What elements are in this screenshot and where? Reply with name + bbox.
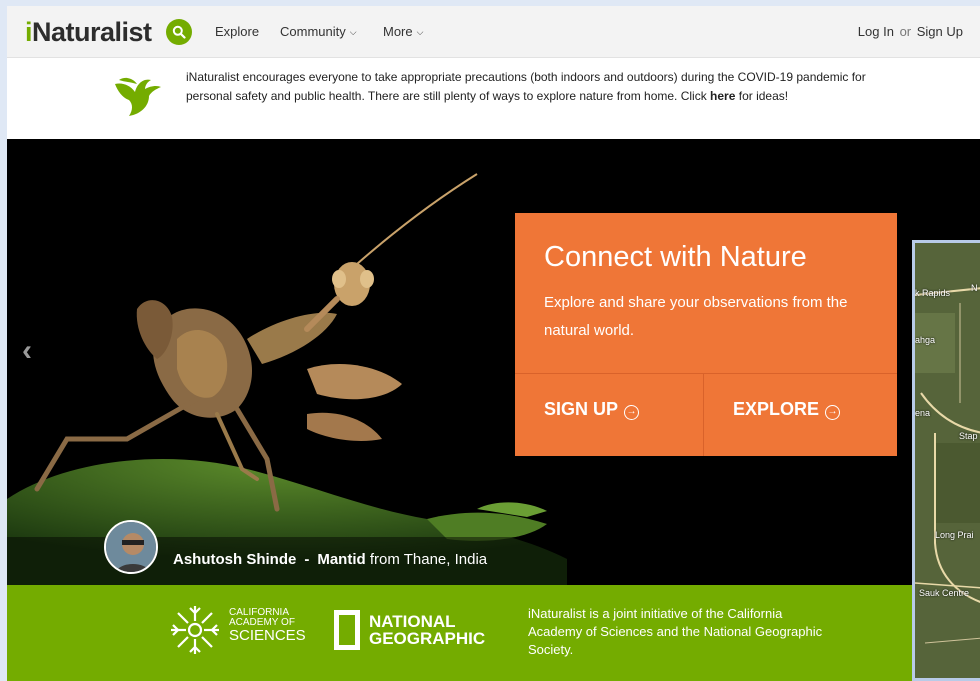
auth-or: or <box>899 24 912 39</box>
caption-separator: - <box>304 551 310 568</box>
logo-prefix: i <box>25 17 33 47</box>
taxon-name[interactable]: Mantid <box>317 551 365 568</box>
cta-panel: Connect with Nature Explore and share yo… <box>515 213 897 456</box>
map-place-label: k Rapids <box>915 288 951 298</box>
explore-button[interactable]: EXPLORE → <box>733 399 841 420</box>
natgeo-wordmark: NATIONAL GEOGRAPHIC <box>369 613 485 647</box>
hero-title: Connect with Nature <box>544 241 807 273</box>
chevron-down-icon: ⌵ <box>349 27 357 37</box>
map-place-label: ena <box>915 408 931 418</box>
inaturalist-logo[interactable]: iNaturalist <box>25 17 152 48</box>
signup-link[interactable]: Sign Up <box>917 24 963 39</box>
login-link[interactable]: Log In <box>858 24 894 39</box>
bird-icon <box>115 77 161 116</box>
observation-place: from Thane, India <box>365 551 488 568</box>
search-button[interactable] <box>166 19 192 45</box>
photo-caption: Ashutosh Shinde - Mantid from Thane, India <box>173 551 487 568</box>
auth-links: Log In or Sign Up <box>858 24 963 39</box>
nav-more-label: More <box>383 24 413 39</box>
map-place-label: Stap <box>959 431 978 441</box>
covid-here-link[interactable]: here <box>710 89 735 103</box>
photographer-name[interactable]: Ashutosh Shinde <box>173 551 296 568</box>
nav-community-label: Community <box>280 24 346 39</box>
partners-blurb: iNaturalist is a joint initiative of the… <box>528 606 823 657</box>
covid-message: iNaturalist encourages everyone to take … <box>186 68 886 106</box>
natgeo-line-2: GEOGRAPHIC <box>369 629 486 648</box>
map-place-label: Sauk Centre <box>919 588 970 598</box>
covid-message-end: for ideas! <box>735 89 789 103</box>
top-navigation-bar: iNaturalist Explore Community ⌵ More ⌵ Log… <box>7 6 980 58</box>
explore-button-label: EXPLORE <box>733 399 820 419</box>
nav-explore[interactable]: Explore <box>215 24 259 39</box>
covid-banner: iNaturalist encourages everyone to take … <box>7 58 980 139</box>
map-place-label: Long Prai <box>935 530 974 540</box>
signup-button[interactable]: SIGN UP → <box>544 399 640 420</box>
map-preview[interactable]: k Rapids N ahga ena Stap Long Prai Sauk … <box>912 240 980 681</box>
map-place-label: ahga <box>915 335 936 345</box>
cas-line-3: SCIENCES <box>229 627 306 644</box>
hero-subtitle: Explore and share your observations from… <box>544 294 848 339</box>
map-place-label: N <box>971 283 978 293</box>
nav-explore-label: Explore <box>215 24 260 39</box>
natgeo-line-1: NATIONAL <box>369 612 456 631</box>
carousel-prev-icon[interactable]: ‹ <box>22 334 32 368</box>
nav-community[interactable]: Community ⌵ <box>280 24 357 39</box>
partners-section: CALIFORNIA ACADEMY OF SCIENCES NATIONAL … <box>7 585 912 681</box>
cta-divider-vertical <box>703 374 704 456</box>
photographer-avatar[interactable] <box>104 520 158 574</box>
circle-arrow-icon: → <box>825 405 841 420</box>
nav-more[interactable]: More ⌵ <box>383 24 423 39</box>
map-roads <box>915 243 980 678</box>
california-academy-logo-icon[interactable] <box>168 603 222 657</box>
california-academy-wordmark[interactable]: CALIFORNIA ACADEMY OF SCIENCES <box>229 608 306 644</box>
signup-button-label: SIGN UP <box>544 399 619 419</box>
circle-arrow-icon: → <box>624 405 640 420</box>
natgeo-frame-icon <box>334 610 360 650</box>
search-icon <box>172 25 186 39</box>
chevron-down-icon: ⌵ <box>416 27 424 37</box>
logo-text: Naturalist <box>32 17 152 47</box>
hero-section: ‹ Connect with Nature Explore and share … <box>7 139 980 585</box>
cta-divider-horizontal <box>515 373 897 374</box>
